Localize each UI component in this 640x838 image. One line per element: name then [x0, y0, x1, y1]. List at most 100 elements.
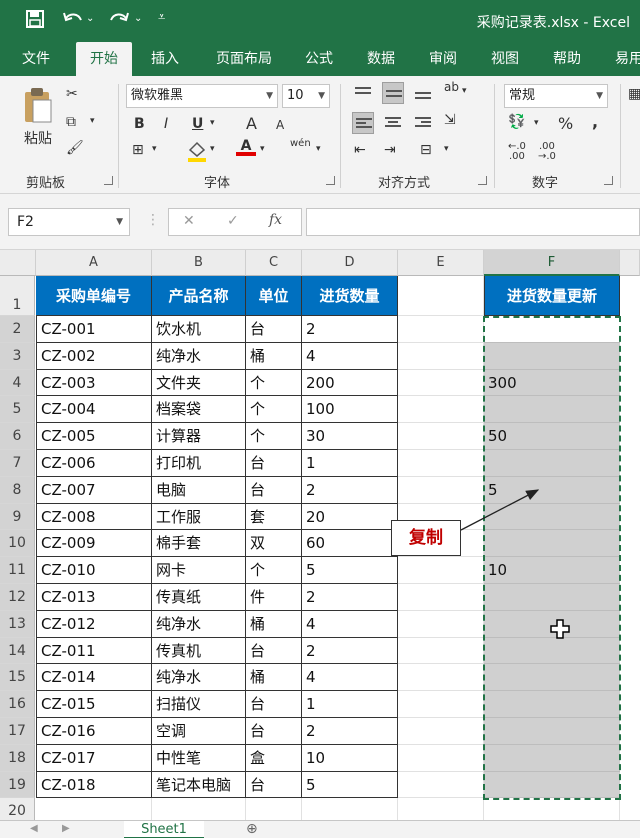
- number-launcher-icon[interactable]: [604, 176, 613, 185]
- grid-cell[interactable]: [398, 664, 484, 692]
- table-cell[interactable]: 纯净水: [152, 342, 246, 370]
- tab-formulas[interactable]: 公式: [296, 42, 342, 76]
- table-cell[interactable]: 20: [302, 503, 398, 531]
- table-cell[interactable]: CZ-002: [36, 342, 152, 370]
- fill-dropdown-icon[interactable]: ▾: [210, 144, 215, 154]
- row-header[interactable]: 12: [0, 584, 35, 611]
- table-cell[interactable]: 传真机: [152, 637, 246, 665]
- row-header[interactable]: 18: [0, 744, 35, 772]
- row-header[interactable]: 3: [0, 342, 35, 370]
- table-cell[interactable]: 4: [302, 610, 398, 638]
- table-cell[interactable]: CZ-017: [36, 744, 152, 772]
- currency-icon[interactable]: 💱: [508, 114, 525, 130]
- update-cell[interactable]: 5: [484, 476, 620, 504]
- table-cell[interactable]: CZ-004: [36, 396, 152, 424]
- copy-dropdown-icon[interactable]: ▾: [90, 116, 95, 126]
- row-header[interactable]: 10: [0, 530, 35, 558]
- table-cell[interactable]: 台: [246, 450, 302, 477]
- italic-button[interactable]: I: [164, 116, 168, 132]
- tab-data[interactable]: 数据: [358, 42, 404, 76]
- tab-review[interactable]: 审阅: [420, 42, 466, 76]
- update-cell[interactable]: [484, 503, 620, 531]
- row-header[interactable]: 11: [0, 557, 35, 584]
- column-header-f[interactable]: F: [484, 250, 620, 276]
- table-cell[interactable]: CZ-010: [36, 557, 152, 584]
- table-cell[interactable]: 200: [302, 369, 398, 397]
- name-box[interactable]: F2 ▼: [8, 208, 130, 236]
- row-header[interactable]: 6: [0, 423, 35, 450]
- row-header[interactable]: 8: [0, 476, 35, 504]
- table-header-cell[interactable]: 进货数量: [302, 276, 398, 316]
- grid-cell[interactable]: [302, 798, 398, 820]
- grid-cell[interactable]: [398, 450, 484, 477]
- format-painter-icon[interactable]: 🖌: [66, 140, 84, 156]
- row-header[interactable]: 14: [0, 637, 35, 665]
- percent-button[interactable]: %: [558, 114, 573, 133]
- align-right-icon[interactable]: [412, 112, 434, 134]
- orientation-dropdown-icon[interactable]: ▾: [462, 86, 467, 96]
- table-cell[interactable]: 传真纸: [152, 584, 246, 611]
- paste-button[interactable]: 粘贴: [18, 86, 58, 148]
- align-bottom-icon[interactable]: [412, 82, 434, 104]
- grid-cell[interactable]: [398, 396, 484, 424]
- fill-color-icon[interactable]: [186, 140, 208, 166]
- table-cell[interactable]: 纯净水: [152, 610, 246, 638]
- row-header[interactable]: 17: [0, 718, 35, 745]
- table-cell[interactable]: 电脑: [152, 476, 246, 504]
- update-cell[interactable]: [484, 771, 620, 799]
- increase-indent-icon[interactable]: ⇥: [384, 142, 396, 158]
- table-cell[interactable]: 1: [302, 691, 398, 718]
- table-cell[interactable]: 10: [302, 744, 398, 772]
- copy-icon[interactable]: ⧉: [66, 114, 76, 130]
- table-cell[interactable]: 空调: [152, 718, 246, 745]
- column-header-c[interactable]: C: [246, 250, 302, 276]
- table-cell[interactable]: 4: [302, 342, 398, 370]
- customize-icon[interactable]: ⩡: [158, 10, 165, 25]
- redo-dropdown-icon[interactable]: ⌄: [134, 13, 142, 24]
- tab-page-layout[interactable]: 页面布局: [206, 42, 282, 76]
- table-cell[interactable]: 桶: [246, 664, 302, 692]
- table-cell[interactable]: 2: [302, 718, 398, 745]
- tab-home[interactable]: 开始: [76, 42, 132, 76]
- undo-dropdown-icon[interactable]: ⌄: [86, 13, 94, 24]
- table-cell[interactable]: 笔记本电脑: [152, 771, 246, 799]
- tab-easy[interactable]: 易用: [606, 42, 640, 76]
- table-cell[interactable]: CZ-009: [36, 530, 152, 558]
- merge-center-icon[interactable]: ⊟: [420, 142, 432, 158]
- font-name-dropdown[interactable]: 微软雅黑 ▼: [126, 84, 278, 108]
- row-header[interactable]: 1: [0, 276, 35, 316]
- table-cell[interactable]: CZ-001: [36, 316, 152, 343]
- table-header-cell[interactable]: 采购单编号: [36, 276, 152, 316]
- table-cell[interactable]: CZ-016: [36, 718, 152, 745]
- table-cell[interactable]: 桶: [246, 342, 302, 370]
- grid-cell[interactable]: [398, 316, 484, 343]
- table-cell[interactable]: 台: [246, 718, 302, 745]
- prev-sheet-icon[interactable]: ◀: [30, 823, 38, 834]
- underline-button[interactable]: U: [192, 116, 203, 132]
- table-cell[interactable]: CZ-003: [36, 369, 152, 397]
- enter-icon[interactable]: ✓: [227, 213, 239, 229]
- update-cell[interactable]: [484, 530, 620, 558]
- tab-view[interactable]: 视图: [482, 42, 528, 76]
- table-cell[interactable]: 台: [246, 691, 302, 718]
- row-header[interactable]: 9: [0, 503, 35, 531]
- table-cell[interactable]: 2: [302, 476, 398, 504]
- grid-cell[interactable]: [398, 276, 484, 316]
- font-launcher-icon[interactable]: [326, 176, 335, 185]
- conditional-format-icon[interactable]: ▦: [628, 86, 640, 102]
- undo-icon[interactable]: [62, 10, 84, 33]
- table-cell[interactable]: 纯净水: [152, 664, 246, 692]
- table-cell[interactable]: 计算器: [152, 423, 246, 450]
- table-cell[interactable]: CZ-006: [36, 450, 152, 477]
- table-cell[interactable]: 2: [302, 584, 398, 611]
- grid-cell[interactable]: [398, 557, 484, 584]
- grid-cell[interactable]: [398, 369, 484, 397]
- update-cell[interactable]: [484, 316, 620, 343]
- align-left-icon[interactable]: [352, 112, 374, 134]
- next-sheet-icon[interactable]: ▶: [62, 823, 70, 834]
- column-header-d[interactable]: D: [302, 250, 398, 276]
- grid-cell[interactable]: [398, 691, 484, 718]
- table-cell[interactable]: 套: [246, 503, 302, 531]
- table-cell[interactable]: 台: [246, 771, 302, 799]
- number-format-dropdown[interactable]: 常规 ▼: [504, 84, 608, 108]
